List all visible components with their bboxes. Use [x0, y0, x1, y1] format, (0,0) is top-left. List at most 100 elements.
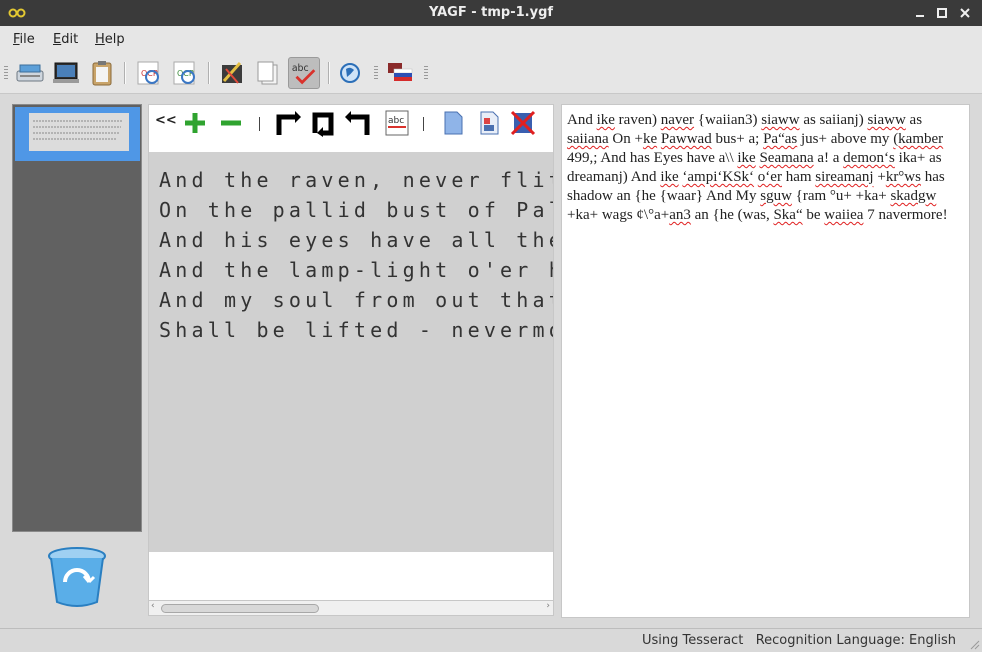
misspelled-word: demon‘s: [843, 150, 895, 166]
open-image-button[interactable]: [50, 57, 82, 89]
minimize-button[interactable]: [912, 5, 928, 21]
edit-tool-icon: [222, 62, 242, 84]
recognize-selection-button[interactable]: OCR: [168, 57, 200, 89]
menu-edit[interactable]: Edit: [53, 32, 78, 47]
close-icon: [960, 8, 970, 18]
toolbar-separator: [124, 62, 126, 84]
image-text-line: Shall be lifted - nevermore!: [159, 318, 553, 342]
text-run: And: [567, 112, 597, 128]
text-run: On +: [608, 131, 643, 147]
misspelled-word: ke: [642, 131, 658, 147]
text-run: 499,; And has Eyes have a\\: [567, 150, 738, 166]
deskew-button[interactable]: abc: [383, 109, 411, 137]
text-run: +: [873, 169, 886, 185]
paste-image-button[interactable]: [86, 57, 118, 89]
misspelled-word: waiiea: [824, 207, 864, 223]
ocr-selection-icon: OCR: [173, 61, 195, 85]
misspelled-word: siaww: [761, 112, 800, 128]
horizontal-scrollbar[interactable]: ‹ ›: [148, 600, 554, 616]
page-icon: [444, 111, 463, 135]
split-blocks-button[interactable]: [475, 109, 503, 137]
scanner-icon: [16, 64, 44, 82]
misspelled-word: an3: [669, 207, 691, 223]
spellcheck-icon: abc: [292, 63, 316, 85]
image-text-line: And the raven, never flittin: [159, 168, 553, 192]
menu-file-label: ile: [19, 32, 35, 47]
misspelled-word: sguw: [760, 188, 792, 204]
text-run: +ka+ wags ¢\°a+: [567, 207, 670, 223]
maximize-icon: [937, 8, 947, 18]
copy-icon: [257, 61, 278, 85]
menu-edit-mnemonic: E: [53, 32, 62, 47]
plus-icon: [185, 113, 205, 133]
misspelled-word: Pawwad: [660, 131, 712, 147]
toolbar-grip[interactable]: [4, 66, 8, 80]
image-view[interactable]: And the raven, never flittin On the pall…: [148, 152, 554, 552]
rotate-180-button[interactable]: [309, 109, 337, 137]
misspelled-word: ike: [660, 169, 679, 185]
text-run: bus+ a;: [711, 131, 764, 147]
misspelled-word: naver: [660, 112, 695, 128]
main-toolbar: OCR OCR abc: [0, 52, 982, 94]
scroll-left-icon[interactable]: ‹: [151, 601, 155, 611]
zoom-in-button[interactable]: [181, 109, 209, 137]
image-text-line: And his eyes have all the se: [159, 228, 553, 252]
text-run: as: [905, 112, 923, 128]
collapse-panel-button[interactable]: <<: [155, 113, 177, 128]
image-thumbnail-item[interactable]: [15, 107, 140, 161]
rotate-left-icon: [276, 111, 301, 135]
edit-tool-button[interactable]: [216, 57, 248, 89]
misspelled-word: Ska“: [773, 207, 803, 223]
text-run: jus+ above my: [797, 131, 894, 147]
menu-help[interactable]: Help: [95, 32, 125, 47]
maximize-button[interactable]: [934, 5, 950, 21]
copy-button[interactable]: [252, 57, 284, 89]
recognize-button[interactable]: OCR: [132, 57, 164, 89]
menu-help-label: elp: [104, 32, 125, 47]
rotate-left-button[interactable]: [273, 109, 301, 137]
toolbar-grip[interactable]: [374, 66, 378, 80]
toolbar-grip[interactable]: [424, 66, 428, 80]
web-button[interactable]: [334, 57, 366, 89]
misspelled-word: sireamanj: [815, 169, 874, 185]
misspelled-word: ike: [737, 150, 756, 166]
scrollbar-thumb[interactable]: [161, 604, 319, 613]
image-list-panel: [12, 104, 142, 532]
text-run: ham: [781, 169, 816, 185]
scroll-right-icon[interactable]: ›: [546, 601, 550, 611]
clear-blocks-button[interactable]: [509, 109, 537, 137]
image-toolbar-separator: [423, 117, 424, 131]
menu-edit-label: dit: [61, 32, 79, 47]
text-run: be: [802, 207, 825, 223]
menu-bar: File Edit Help: [0, 26, 982, 52]
close-button[interactable]: [957, 5, 973, 21]
ocr-icon: OCR: [137, 61, 159, 85]
blocks-icon: [480, 111, 499, 135]
image-thumbnail: [29, 113, 129, 151]
open-image-icon: [53, 62, 79, 83]
language-button[interactable]: [384, 57, 416, 89]
rotate-right-icon: [345, 111, 370, 135]
text-run: as saiianj): [799, 112, 868, 128]
spellcheck-button[interactable]: abc: [288, 57, 320, 89]
image-toolbar-separator: [259, 117, 260, 131]
paste-icon: [92, 61, 112, 86]
misspelled-word: Seamana: [759, 150, 814, 166]
misspelled-word: kr°ws: [885, 169, 921, 185]
window-title: YAGF - tmp-1.ygf: [428, 5, 554, 20]
title-bar: YAGF - tmp-1.ygf: [0, 0, 982, 26]
select-page-button[interactable]: [439, 109, 467, 137]
menu-file[interactable]: File: [13, 32, 35, 47]
misspelled-word: o‘er: [757, 169, 782, 185]
zoom-out-button[interactable]: [217, 109, 245, 137]
rotate-right-button[interactable]: [345, 109, 373, 137]
misspelled-word: (kamber: [893, 131, 944, 147]
trash-icon[interactable]: [44, 544, 110, 610]
scan-button[interactable]: [14, 57, 46, 89]
web-icon: [340, 63, 360, 83]
minus-icon: [221, 120, 241, 126]
recognized-text-editor[interactable]: And ike raven) naver {waiian3) siaww as …: [561, 104, 970, 618]
status-bar: Using Tesseract Recognition Language: En…: [0, 628, 982, 652]
resize-grip-icon[interactable]: [968, 638, 980, 650]
text-run: a! a: [813, 150, 844, 166]
